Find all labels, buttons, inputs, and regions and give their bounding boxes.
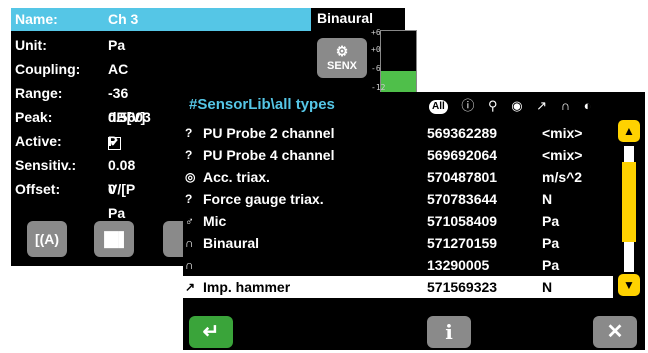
item-id: 571058409 [427, 213, 498, 229]
senx-button[interactable]: ⚙ SENX [317, 38, 367, 78]
item-name: Acc. triax. [203, 169, 270, 185]
list-scrollbar[interactable]: ▲ ▼ [618, 120, 640, 296]
item-unit: N [542, 191, 553, 207]
coupling-value: AC [108, 61, 129, 77]
coupling-label: Coupling: [15, 61, 81, 77]
binaural-icon: ∩ [185, 236, 194, 250]
filter-binaural-icon[interactable]: ∩ [561, 98, 570, 113]
ok-button[interactable]: ↵ [189, 316, 233, 348]
weighting-icon: [(A) [34, 231, 60, 247]
list-item[interactable]: ? PU Probe 4 channel 569692064 <mix> [183, 144, 613, 166]
info-icon: i [445, 320, 453, 344]
scroll-down-button[interactable]: ▼ [618, 274, 640, 296]
list-item[interactable]: ∩ Binaural 571270159 Pa [183, 232, 613, 254]
active-label: Active: [15, 133, 62, 149]
item-id: 569362289 [427, 125, 498, 141]
filter-hammer-icon[interactable]: ↗ [536, 98, 547, 114]
list-item-selected[interactable]: ↗ Imp. hammer 571569323 N [183, 276, 613, 298]
filter-pu-icon[interactable]: ◐ [584, 98, 592, 113]
list-item[interactable]: ∩ 13290005 Pa [183, 254, 613, 276]
item-name: Imp. hammer [203, 279, 291, 295]
name-value: Ch 3 [108, 11, 139, 27]
scroll-thumb[interactable] [622, 162, 636, 243]
item-unit: <mix> [542, 147, 583, 163]
item-name: PU Probe 2 channel [203, 125, 335, 141]
list-item[interactable]: ♂ Mic 571058409 Pa [183, 210, 613, 232]
unknown-icon: ? [185, 192, 193, 206]
name-label: Name: [15, 11, 58, 27]
item-name: Binaural [203, 235, 260, 251]
item-unit: Pa [542, 235, 560, 251]
list-item[interactable]: ? Force gauge triax. 570783644 N [183, 188, 613, 210]
list-item[interactable]: ◎ Acc. triax. 570487801 m/s^2 [183, 166, 613, 188]
item-name: Force gauge triax. [203, 191, 324, 207]
item-id: 571569323 [427, 279, 498, 295]
enter-icon: ↵ [202, 321, 220, 343]
spectrum-icon: ▐█▌ [99, 231, 129, 247]
info-button[interactable]: i [427, 316, 471, 348]
binaural-icon: ∩ [185, 258, 194, 272]
item-unit: Pa [542, 213, 560, 229]
scale-tick: +0 [371, 45, 381, 54]
mic-icon: ♂ [185, 214, 194, 228]
unit-value: Pa [108, 37, 126, 53]
filter-triax-icon[interactable]: ◉ [511, 98, 522, 114]
unknown-icon: ? [185, 126, 193, 140]
hammer-icon: ↗ [185, 280, 196, 294]
item-id: 13290005 [427, 257, 490, 273]
sensor-library-dialog: #SensorLib\all types All ⓘ ⚲ ◉ ↗ ∩ ◐ ? PU… [183, 92, 645, 350]
list-item[interactable]: ? PU Probe 2 channel 569362289 <mix> [183, 122, 613, 144]
scale-tick: -12 [371, 83, 386, 92]
unit-label: Unit: [15, 37, 47, 53]
item-unit: <mix> [542, 125, 583, 141]
binaural-head-icon: ⚙ [335, 43, 349, 59]
scroll-up-button[interactable]: ▲ [618, 120, 640, 142]
item-id: 571270159 [427, 235, 498, 251]
range-label: Range: [15, 85, 63, 101]
peak-label: Peak: [15, 109, 53, 125]
triax-icon: ◎ [185, 170, 196, 184]
scale-tick: -6 [371, 64, 381, 73]
mode-title: Binaural [317, 10, 374, 26]
offset-label: Offset: [15, 181, 61, 197]
partial-button[interactable] [163, 221, 185, 257]
item-unit: N [542, 279, 553, 295]
item-id: 570487801 [427, 169, 498, 185]
offset-value: 0 Pa [108, 181, 126, 221]
channel-name-row[interactable]: Name: Ch 3 [11, 8, 311, 31]
senx-label: SENX [327, 60, 357, 72]
item-name: Mic [203, 213, 227, 229]
filter-unknown-icon[interactable]: ⓘ [461, 95, 474, 114]
item-id: 570783644 [427, 191, 498, 207]
item-unit: Pa [542, 257, 560, 273]
weighting-button[interactable]: [(A) [27, 221, 67, 257]
close-icon: ✕ [606, 321, 624, 343]
item-unit: m/s^2 [542, 169, 583, 185]
item-name: PU Probe 4 channel [203, 147, 335, 163]
unknown-icon: ? [185, 148, 193, 162]
type-filter-bar: All ⓘ ⚲ ◉ ↗ ∩ ◐ [429, 95, 602, 114]
active-checkbox[interactable]: ✔ [108, 137, 121, 150]
filter-mic-icon[interactable]: ⚲ [488, 98, 498, 114]
filter-all-button[interactable]: All [429, 99, 448, 114]
item-id: 569692064 [427, 147, 498, 163]
dialog-title: #SensorLib\all types [189, 96, 335, 113]
sensitivity-label: Sensitiv.: [15, 157, 77, 173]
spectrum-button[interactable]: ▐█▌ [94, 221, 134, 257]
close-button[interactable]: ✕ [593, 316, 637, 348]
scale-tick: +6 [371, 28, 381, 37]
